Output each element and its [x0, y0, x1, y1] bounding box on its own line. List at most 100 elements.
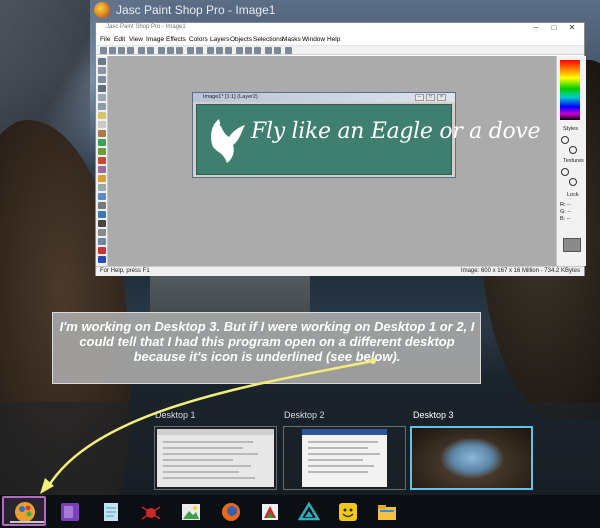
arrow-tool-icon[interactable] — [98, 58, 106, 65]
copy-icon[interactable] — [167, 47, 174, 54]
browse-icon[interactable] — [196, 47, 203, 54]
maximize-icon[interactable]: □ — [546, 23, 562, 34]
styles-background-icon[interactable] — [569, 146, 577, 154]
redo-icon[interactable] — [147, 47, 154, 54]
retouch-tool-icon[interactable] — [98, 166, 106, 173]
dropper-tool-icon[interactable] — [98, 130, 106, 137]
eraser-tool-icon[interactable] — [98, 184, 106, 191]
menu-effects[interactable]: Effects — [166, 36, 186, 43]
textures-foreground-icon[interactable] — [561, 168, 569, 176]
color-palette: Styles Textures Lock R: -- G: -- B: -- — [556, 56, 586, 266]
app-titlebar[interactable]: Jasc Paint Shop Pro - Image1 — [92, 0, 600, 20]
print-icon[interactable] — [127, 47, 134, 54]
menu-help[interactable]: Help — [327, 36, 340, 43]
menu-edit[interactable]: Edit — [114, 36, 125, 43]
zoom-tool-icon[interactable] — [98, 67, 106, 74]
rgb-red: R: -- — [560, 202, 571, 208]
airbrush-icon[interactable] — [98, 202, 106, 209]
menu-file[interactable]: File — [100, 36, 110, 43]
menu-colors[interactable]: Colors — [189, 36, 208, 43]
menu-selections[interactable]: Selections — [253, 36, 283, 43]
feedly-icon[interactable] — [298, 501, 320, 523]
desktop-2-thumbnail[interactable] — [283, 426, 406, 490]
workspace: Image1* [1:1] (Layer2) – □ × Fly like an… — [108, 56, 556, 266]
mini-line — [163, 447, 243, 449]
save-icon[interactable] — [118, 47, 125, 54]
styles-foreground-icon[interactable] — [561, 136, 569, 144]
menu-objects[interactable]: Objects — [230, 36, 252, 43]
magic-wand-icon[interactable] — [98, 121, 106, 128]
menu-image[interactable]: Image — [146, 36, 164, 43]
layers-icon[interactable] — [216, 47, 223, 54]
scratch-remover-icon[interactable] — [98, 175, 106, 182]
image-close-icon[interactable]: × — [437, 94, 446, 101]
mini-window-bar — [302, 429, 387, 435]
desktop-3-label: Desktop 3 — [413, 410, 454, 420]
script-icon[interactable] — [274, 47, 281, 54]
spider-solitaire-icon[interactable] — [140, 501, 162, 523]
image-minimize-icon[interactable]: – — [415, 94, 424, 101]
overview-icon[interactable] — [254, 47, 261, 54]
mini-line — [308, 441, 378, 443]
mini-line — [163, 459, 233, 461]
color-swatch[interactable] — [563, 238, 581, 252]
paint-shop-pro-icon — [94, 2, 110, 18]
selection-tool-icon[interactable] — [98, 103, 106, 110]
mini-line — [308, 453, 380, 455]
desktop-3-thumbnail[interactable] — [410, 426, 533, 490]
inner-titlebar[interactable]: Jasc Paint Shop Pro - Image1 – □ ✕ — [96, 23, 584, 35]
image-maximize-icon[interactable]: □ — [426, 94, 435, 101]
photo-viewer-icon[interactable] — [180, 501, 202, 523]
object-selector-icon[interactable] — [98, 247, 106, 254]
file-explorer-icon[interactable] — [376, 501, 398, 523]
undo-icon[interactable] — [138, 47, 145, 54]
menu-layers[interactable]: Layers — [210, 36, 230, 43]
color-replacer-icon[interactable] — [98, 157, 106, 164]
help-icon[interactable] — [285, 47, 292, 54]
paint-shop-pro-icon — [15, 502, 35, 522]
menu-view[interactable]: View — [129, 36, 143, 43]
image-canvas[interactable]: Fly like an Eagle or a dove — [196, 104, 541, 175]
crop-tool-icon[interactable] — [98, 85, 106, 92]
screen-icon[interactable] — [207, 47, 214, 54]
clone-brush-icon[interactable] — [98, 148, 106, 155]
minimize-icon[interactable]: – — [528, 23, 544, 34]
deform-tool-icon[interactable] — [98, 76, 106, 83]
image-titlebar[interactable]: Image1* [1:1] (Layer2) – □ × — [193, 93, 455, 102]
desktop-2-label: Desktop 2 — [284, 410, 325, 420]
textures-label: Textures — [563, 158, 584, 164]
draw-tool-icon[interactable] — [98, 229, 106, 236]
open-folder-icon[interactable] — [109, 47, 116, 54]
tool-options-icon[interactable] — [265, 47, 272, 54]
desktop-1-thumbnail[interactable] — [154, 426, 277, 490]
color-spectrum[interactable] — [560, 60, 580, 120]
smiley-icon[interactable] — [337, 501, 359, 523]
rgb-blue: B: -- — [560, 216, 571, 222]
pen-tool-icon[interactable] — [98, 256, 106, 263]
sticky-notes-icon[interactable] — [259, 501, 281, 523]
firefox-icon[interactable] — [220, 501, 242, 523]
palette-icon[interactable] — [225, 47, 232, 54]
taskbar-paint-shop-pro[interactable] — [2, 496, 46, 526]
text-tool-icon[interactable] — [98, 220, 106, 227]
onenote-icon[interactable] — [59, 501, 81, 523]
menu-masks[interactable]: Masks — [282, 36, 301, 43]
lasso-tool-icon[interactable] — [98, 112, 106, 119]
toolbar — [96, 46, 584, 55]
paste-icon[interactable] — [176, 47, 183, 54]
menu-window[interactable]: Window — [302, 36, 325, 43]
preset-shapes-icon[interactable] — [98, 238, 106, 245]
zoom-icon[interactable] — [187, 47, 194, 54]
close-icon[interactable]: ✕ — [564, 23, 580, 34]
textures-background-icon[interactable] — [569, 178, 577, 186]
notepad-icon[interactable] — [100, 501, 122, 523]
new-file-icon[interactable] — [100, 47, 107, 54]
mover-tool-icon[interactable] — [98, 94, 106, 101]
grid-icon[interactable] — [236, 47, 243, 54]
cut-icon[interactable] — [158, 47, 165, 54]
image-window[interactable]: Image1* [1:1] (Layer2) – □ × Fly like an… — [192, 92, 541, 178]
flood-fill-icon[interactable] — [98, 211, 106, 218]
histogram-icon[interactable] — [245, 47, 252, 54]
paintbrush-icon[interactable] — [98, 139, 106, 146]
picture-tube-icon[interactable] — [98, 193, 106, 200]
